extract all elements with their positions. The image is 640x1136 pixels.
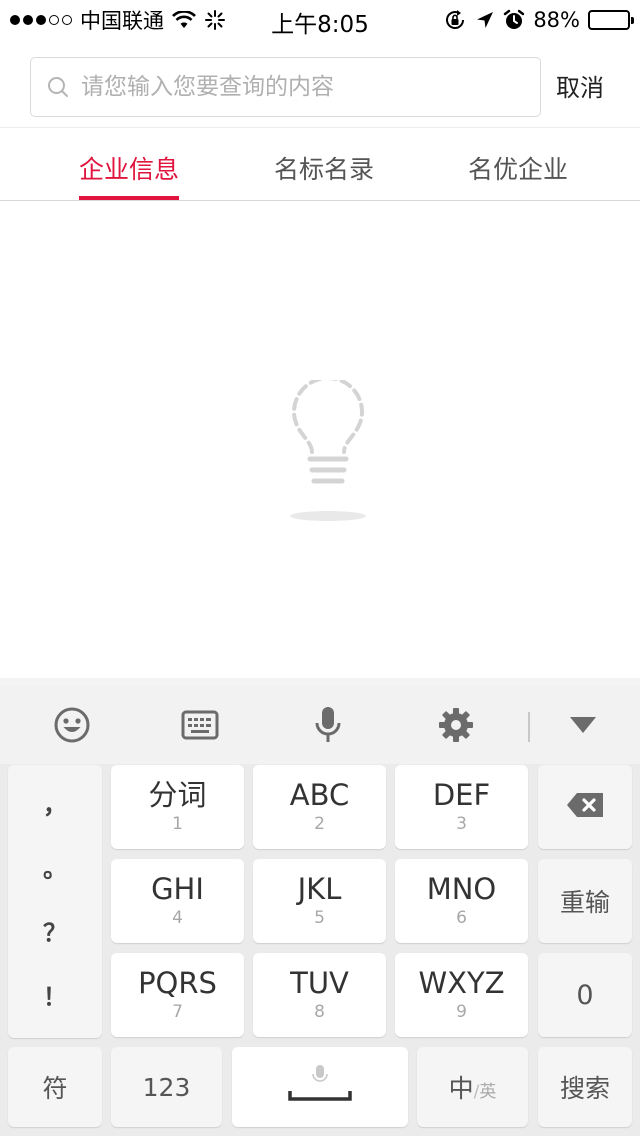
microphone-icon[interactable] bbox=[298, 686, 358, 764]
numeric-label: 123 bbox=[142, 1072, 191, 1102]
key-sub-label: 5 bbox=[314, 908, 325, 928]
key-main-label: PQRS bbox=[138, 966, 217, 1000]
key-main-label: GHI bbox=[151, 872, 204, 906]
symbol-label: 符 bbox=[42, 1074, 68, 1103]
key-sub-label: 6 bbox=[456, 908, 467, 928]
keyboard-top-edge bbox=[0, 678, 640, 686]
alarm-clock-icon bbox=[503, 9, 525, 31]
search-box[interactable] bbox=[30, 57, 541, 117]
key-ghi[interactable]: GHI 4 bbox=[111, 859, 244, 943]
punct-question[interactable]: ？ bbox=[8, 913, 102, 948]
search-icon bbox=[45, 74, 71, 100]
numeric-button[interactable]: 123 bbox=[111, 1047, 222, 1127]
cancel-button[interactable]: 取消 bbox=[556, 68, 604, 108]
search-submit-button[interactable]: 搜索 bbox=[538, 1047, 632, 1127]
key-main-label: MNO bbox=[426, 872, 497, 906]
key-abc[interactable]: ABC 2 bbox=[253, 765, 386, 849]
lang-zh-label: 中 bbox=[448, 1074, 474, 1103]
keyboard-icon[interactable] bbox=[170, 686, 230, 764]
tab-enterprise-info[interactable]: 企业信息 bbox=[62, 128, 196, 200]
location-arrow-icon bbox=[475, 10, 495, 30]
lang-en-label: 英 bbox=[479, 1082, 497, 1102]
key-main-label: DEF bbox=[432, 778, 491, 812]
tabs-divider bbox=[0, 200, 640, 201]
key-sub-label: 1 bbox=[172, 814, 183, 834]
symbol-button[interactable]: 符 bbox=[8, 1047, 102, 1127]
key-sub-label: 9 bbox=[456, 1002, 467, 1022]
tab-bar: 企业信息 名标名录 名优企业 bbox=[0, 128, 640, 201]
toolbar-separator bbox=[528, 712, 530, 742]
collapse-triangle-icon[interactable] bbox=[553, 686, 613, 764]
orientation-lock-icon bbox=[443, 8, 467, 32]
reinput-button[interactable]: 重输 bbox=[538, 859, 632, 943]
key-mno[interactable]: MNO 6 bbox=[395, 859, 528, 943]
lightbulb-icon bbox=[288, 376, 368, 525]
space-button[interactable] bbox=[232, 1047, 408, 1127]
key-sub-label: 3 bbox=[456, 814, 467, 834]
key-main-label: TUV bbox=[290, 966, 349, 1000]
reinput-label: 重输 bbox=[559, 888, 610, 917]
space-voice-icon bbox=[280, 1063, 360, 1111]
key-main-label: JKL bbox=[297, 872, 342, 906]
key-tuv[interactable]: TUV 8 bbox=[253, 953, 386, 1037]
key-sub-label: 2 bbox=[314, 814, 325, 834]
search-input[interactable] bbox=[79, 73, 519, 101]
settings-gear-icon[interactable] bbox=[426, 686, 486, 764]
key-main-label: ABC bbox=[289, 778, 350, 812]
key-main-label: WXYZ bbox=[418, 966, 505, 1000]
key-def[interactable]: DEF 3 bbox=[395, 765, 528, 849]
key-sub-label: 8 bbox=[314, 1002, 325, 1022]
key-wxyz[interactable]: WXYZ 9 bbox=[395, 953, 528, 1037]
keyboard-toolbar bbox=[0, 686, 640, 764]
status-bar: 中国联通 上午8:05 88% bbox=[0, 0, 640, 40]
zero-label: 0 bbox=[576, 979, 594, 1011]
key-segment[interactable]: 分词 1 bbox=[111, 765, 244, 849]
tab-quality-enterprises[interactable]: 名优企业 bbox=[451, 128, 585, 200]
language-toggle-button[interactable]: 中/英 bbox=[417, 1047, 528, 1127]
battery-percent: 88% bbox=[533, 8, 580, 32]
key-zero[interactable]: 0 bbox=[538, 953, 632, 1037]
punct-exclamation[interactable]: ！ bbox=[8, 977, 102, 1012]
punctuation-column[interactable]: ， 。 ？ ！ bbox=[8, 765, 102, 1038]
ime-keyboard: ， 。 ？ ！ 分词 1 ABC 2 DEF 3 GHI 4 JKL 5 MNO… bbox=[0, 678, 640, 1136]
backspace-icon bbox=[565, 791, 605, 823]
battery-icon bbox=[588, 10, 634, 30]
search-submit-label: 搜索 bbox=[559, 1074, 610, 1103]
tab-brand-directory[interactable]: 名标名录 bbox=[257, 128, 391, 200]
key-pqrs[interactable]: PQRS 7 bbox=[111, 953, 244, 1037]
key-main-label: 分词 bbox=[148, 778, 207, 812]
punct-comma[interactable]: ， bbox=[8, 785, 102, 820]
backspace-button[interactable] bbox=[538, 765, 632, 849]
punct-period[interactable]: 。 bbox=[8, 849, 102, 884]
language-toggle-label: 中/英 bbox=[449, 1069, 497, 1105]
key-sub-label: 7 bbox=[172, 1002, 183, 1022]
emoji-icon[interactable] bbox=[42, 686, 102, 764]
key-sub-label: 4 bbox=[172, 908, 183, 928]
status-right: 88% bbox=[443, 6, 634, 34]
key-jkl[interactable]: JKL 5 bbox=[253, 859, 386, 943]
